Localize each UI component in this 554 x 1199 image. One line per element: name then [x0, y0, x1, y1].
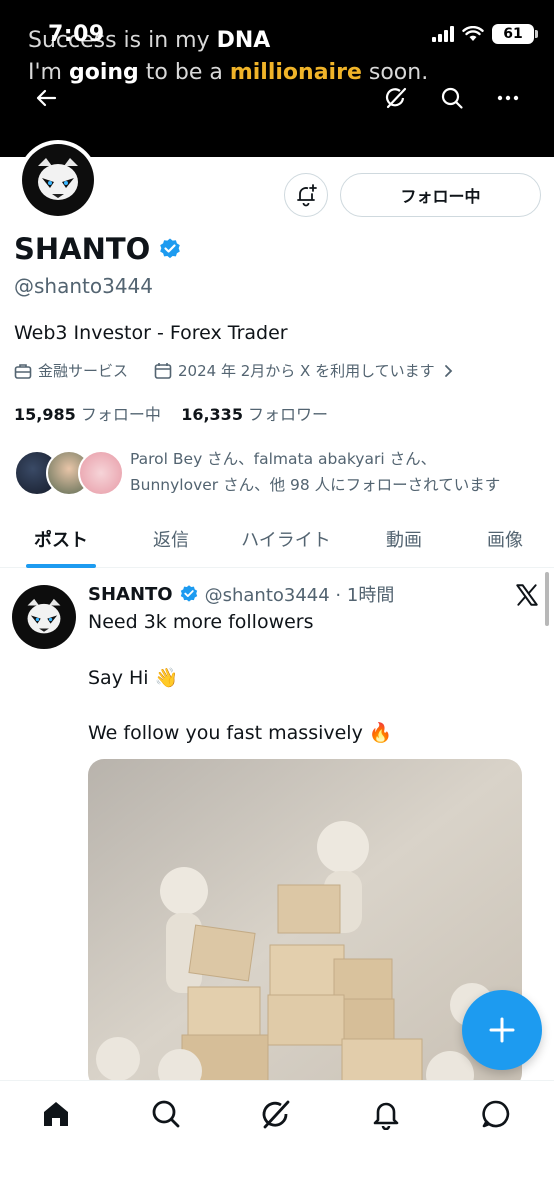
bell-icon[interactable]	[366, 1094, 406, 1134]
post-text-line1: Need 3k more followers	[88, 611, 314, 633]
profile-banner: Success is in my DNA I'm going to be a m…	[0, 0, 554, 157]
tab-images[interactable]: 画像	[456, 510, 554, 568]
search-icon[interactable]	[434, 80, 470, 116]
following-button[interactable]: フォロー中	[340, 173, 541, 217]
calendar-icon	[154, 362, 172, 379]
notification-plus-button[interactable]	[284, 173, 328, 217]
followed-by-avatars	[14, 450, 124, 500]
verified-badge-icon	[160, 238, 181, 259]
scrollbar[interactable]	[545, 572, 549, 626]
cell-signal-icon	[432, 26, 454, 42]
follower-avatar	[78, 450, 124, 496]
home-icon[interactable]	[36, 1094, 76, 1134]
tab-videos[interactable]: 動画	[352, 510, 456, 568]
status-time: 7:09	[48, 22, 105, 47]
profile-handle: @shanto3444	[14, 274, 154, 298]
status-indicators: 61	[432, 24, 538, 44]
post-text-line3: We follow you fast massively 🔥	[88, 722, 393, 744]
wifi-icon	[462, 26, 484, 41]
compose-plus-icon	[489, 1017, 515, 1043]
search-nav-icon[interactable]	[146, 1094, 186, 1134]
chevron-right-icon[interactable]	[441, 364, 455, 378]
profile-joined: 2024 年 2月から X を利用しています	[178, 362, 435, 380]
post-avatar[interactable]	[12, 585, 76, 649]
post-media-image[interactable]	[88, 759, 522, 1089]
panda-logo-icon	[27, 598, 61, 634]
battery-icon: 61	[492, 24, 538, 44]
display-name-text: SHANTO	[14, 232, 151, 266]
profile-meta: 金融サービス 2024 年 2月から X を利用しています	[14, 360, 455, 381]
post-handle-time: @shanto3444 · 1時間	[204, 585, 395, 606]
followed-by-row[interactable]: Parol Bey さん、falmata abakyari さん、 Bunnyl…	[14, 446, 544, 500]
following-link[interactable]: 15,985 フォロー中	[14, 405, 161, 424]
tab-highlights[interactable]: ハイライト	[220, 510, 352, 568]
more-icon[interactable]	[490, 80, 526, 116]
profile-avatar[interactable]	[18, 140, 98, 220]
post-header: SHANTO @shanto3444 · 1時間	[88, 581, 394, 607]
tab-replies[interactable]: 返信	[122, 510, 220, 568]
tab-posts[interactable]: ポスト	[0, 510, 122, 568]
banner-text-line2: I'm going to be a millionaire soon.	[28, 60, 429, 85]
briefcase-icon	[14, 363, 32, 379]
followed-by-text: Parol Bey さん、falmata abakyari さん、 Bunnyl…	[130, 450, 501, 494]
compose-button[interactable]	[462, 990, 542, 1070]
profile-bio: Web3 Investor - Forex Trader	[14, 322, 288, 344]
grok-icon[interactable]	[378, 80, 414, 116]
verified-badge-icon	[180, 585, 197, 602]
profile-display-name: SHANTO	[14, 232, 182, 266]
grok-nav-icon[interactable]	[256, 1094, 296, 1134]
profile-tabs: ポスト 返信 ハイライト 動画 画像	[0, 510, 554, 568]
profile-category: 金融サービス	[38, 362, 129, 380]
post-author-name[interactable]: SHANTO	[88, 584, 173, 605]
post-text-line2: Say Hi 👋	[88, 667, 179, 689]
notification-plus-icon	[297, 184, 317, 207]
back-arrow-icon[interactable]	[28, 80, 64, 116]
x-logo-icon	[516, 584, 538, 606]
panda-logo-icon	[38, 158, 78, 200]
followers-link[interactable]: 16,335 フォロワー	[181, 405, 328, 424]
message-icon[interactable]	[476, 1094, 516, 1134]
follow-counts: 15,985 フォロー中 16,335 フォロワー	[14, 401, 328, 425]
